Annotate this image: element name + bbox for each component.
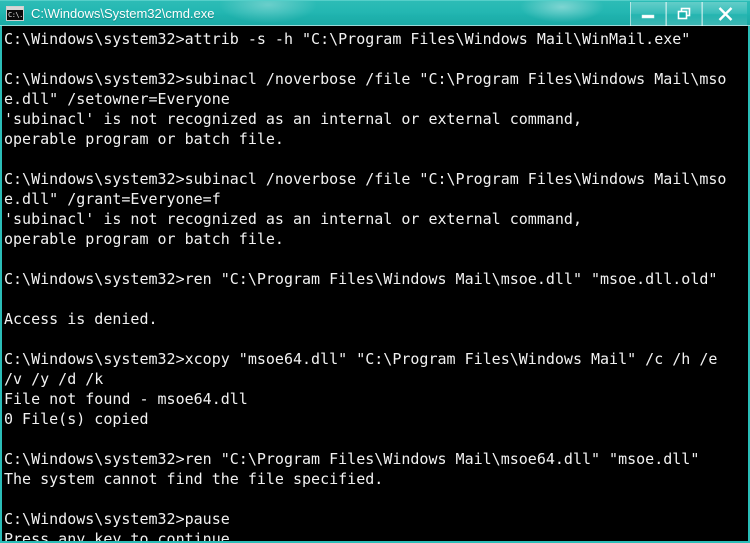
close-icon: [718, 6, 732, 21]
close-button[interactable]: [702, 1, 747, 26]
terminal-line: File not found - msoe64.dll: [4, 390, 248, 408]
minimize-button[interactable]: [630, 1, 666, 26]
terminal-line: 'subinacl' is not recognized as an inter…: [4, 110, 582, 128]
terminal-line: e.dll" /grant=Everyone=f: [4, 190, 221, 208]
terminal-line: operable program or batch file.: [4, 130, 284, 148]
terminal-line: Press any key to continue . . .: [4, 530, 284, 541]
terminal-line: C:\Windows\system32>subinacl /noverbose …: [4, 70, 727, 88]
terminal-line: 'subinacl' is not recognized as an inter…: [4, 210, 582, 228]
terminal-output[interactable]: C:\Windows\system32>attrib -s -h "C:\Pro…: [2, 26, 748, 541]
terminal-line: C:\Windows\system32>attrib -s -h "C:\Pro…: [4, 30, 691, 48]
window-controls: [630, 1, 747, 26]
title-bar[interactable]: C:\. C:\Windows\System32\cmd.exe: [0, 0, 750, 26]
terminal-line: 0 File(s) copied: [4, 410, 149, 428]
terminal-line: operable program or batch file.: [4, 230, 284, 248]
command-prompt-window: C:\. C:\Windows\System32\cmd.exe C:\Wind…: [0, 0, 750, 543]
terminal-line: The system cannot find the file specifie…: [4, 470, 384, 488]
cmd-console-icon[interactable]: C:\.: [6, 6, 24, 21]
terminal-line: C:\Windows\system32>pause: [4, 510, 230, 528]
restore-button[interactable]: [666, 1, 702, 26]
terminal-line: C:\Windows\system32>xcopy "msoe64.dll" "…: [4, 350, 718, 368]
terminal-line: C:\Windows\system32>subinacl /noverbose …: [4, 170, 727, 188]
terminal-line: C:\Windows\system32>ren "C:\Program File…: [4, 270, 718, 288]
restore-icon: [677, 7, 691, 20]
cmd-icon-prompt-glyph: C:\.: [8, 11, 23, 19]
terminal-line: e.dll" /setowner=Everyone: [4, 90, 230, 108]
window-title: C:\Windows\System32\cmd.exe: [31, 5, 215, 21]
minimize-icon: [641, 14, 655, 18]
terminal-line: Access is denied.: [4, 310, 158, 328]
terminal-line: /v /y /d /k: [4, 370, 104, 388]
terminal-line: C:\Windows\system32>ren "C:\Program File…: [4, 450, 700, 468]
